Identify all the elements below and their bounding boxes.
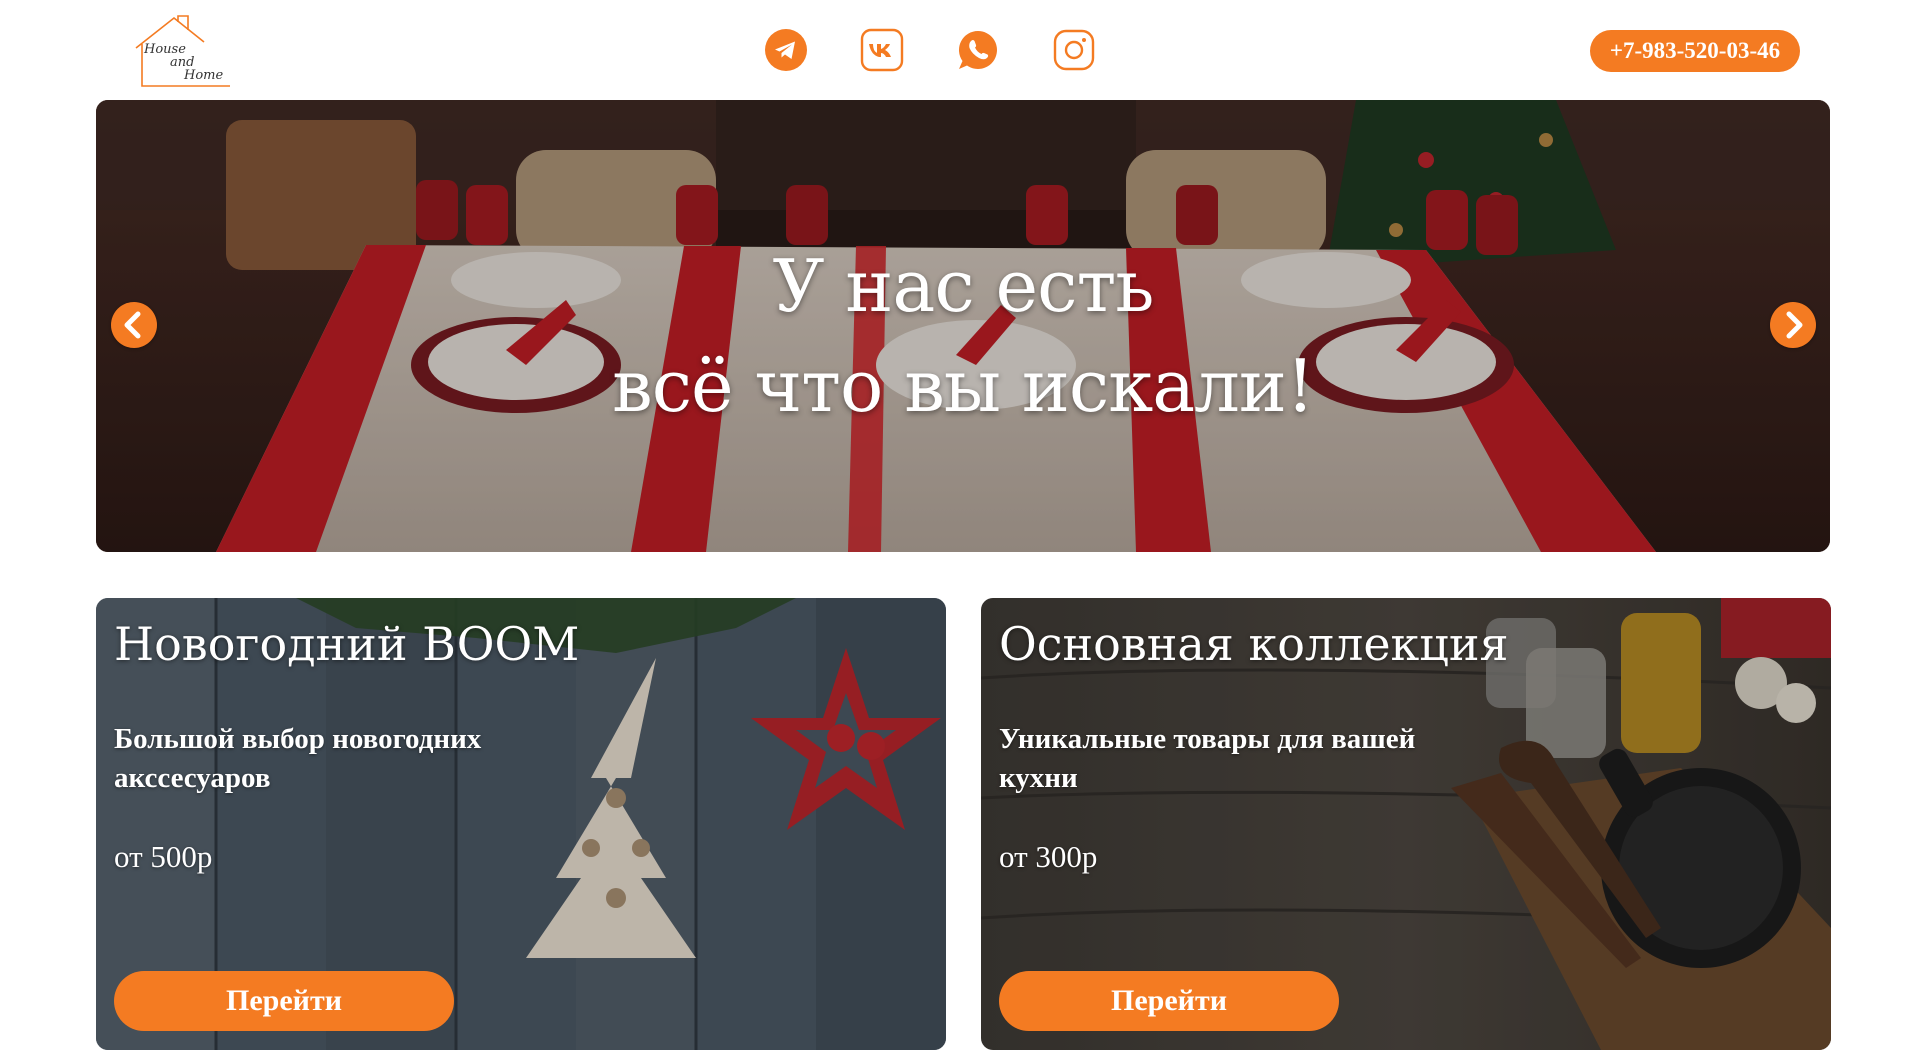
telegram-link[interactable]: [764, 28, 808, 72]
hero-title-line1: У нас есть: [772, 244, 1154, 328]
promo-card-main-collection: Основная коллекция Уникальные товары для…: [981, 598, 1831, 1050]
hero-slider: У нас есть всё что вы искали!: [96, 100, 1830, 552]
promo-card-new-year: Новогодний BOOM Большой выбор новогодних…: [96, 598, 946, 1050]
instagram-icon: [1053, 29, 1095, 71]
card-go-button[interactable]: Перейти: [114, 971, 454, 1031]
chevron-right-icon: [1786, 311, 1803, 339]
whatsapp-link[interactable]: [956, 28, 1000, 72]
logo-text-home: Home: [184, 68, 224, 83]
whatsapp-icon: [958, 30, 997, 69]
chevron-left-icon: [124, 311, 141, 339]
card-description: Большой выбор новогодних акссесуаров: [114, 723, 482, 794]
vk-icon: [860, 28, 904, 72]
card-price: от 500р: [114, 839, 213, 874]
telegram-icon: [765, 29, 807, 71]
slider-prev-button[interactable]: [111, 302, 157, 348]
card-title: Основная коллекция: [999, 617, 1509, 671]
logo[interactable]: House and Home: [132, 14, 236, 88]
card-title: Новогодний BOOM: [114, 617, 580, 671]
card-price: от 300р: [999, 839, 1098, 874]
vk-link[interactable]: [860, 28, 904, 72]
card-go-button[interactable]: Перейти: [999, 971, 1339, 1031]
slider-next-button[interactable]: [1770, 302, 1816, 348]
instagram-link[interactable]: [1052, 28, 1096, 72]
phone-button[interactable]: +7-983-520-03-46: [1590, 30, 1800, 72]
site-header: House and Home +7-983-520-03-46: [0, 0, 1920, 100]
card-description: Уникальные товары для вашей кухни: [999, 723, 1416, 794]
hero-title-line2: всё что вы искали!: [612, 344, 1315, 428]
